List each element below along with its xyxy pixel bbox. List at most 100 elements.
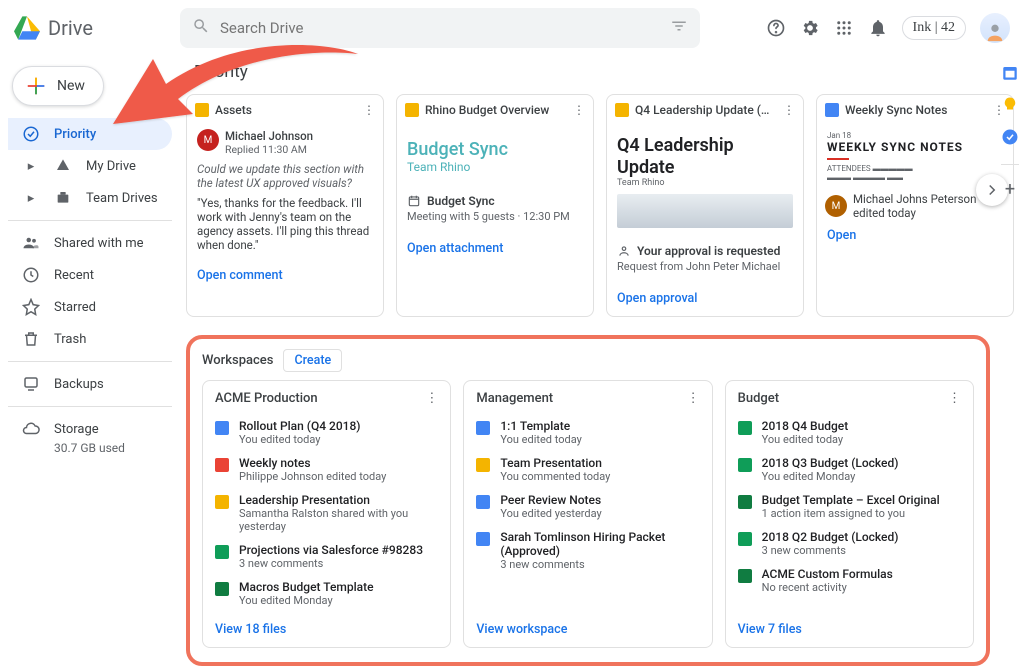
file-name: Peer Review Notes xyxy=(500,493,601,507)
nav-priority[interactable]: Priority xyxy=(8,118,172,150)
drive-icon xyxy=(54,157,72,175)
slides-icon xyxy=(615,103,629,117)
workspace-card[interactable]: Budget⋮2018 Q4 BudgetYou edited today201… xyxy=(725,380,974,648)
more-icon[interactable]: ⋮ xyxy=(573,103,585,117)
chevron-right-icon: ▸ xyxy=(22,189,40,207)
notifications-icon[interactable] xyxy=(868,18,888,38)
more-icon[interactable]: ⋮ xyxy=(363,103,375,117)
cloud-icon xyxy=(22,420,40,438)
calendar-app-icon[interactable] xyxy=(1001,64,1019,82)
sidebar: New Priority ▸My Drive ▸Team Drives Shar… xyxy=(0,56,180,611)
slides-icon xyxy=(405,103,419,117)
file-sub: No recent activity xyxy=(762,581,893,594)
add-addon-button[interactable]: + xyxy=(1005,179,1015,200)
nav-my-drive[interactable]: ▸My Drive xyxy=(8,150,172,182)
nav-shared[interactable]: Shared with me xyxy=(8,227,172,259)
people-icon xyxy=(22,234,40,252)
slide-preview: Q4 Leadership Update Team Rhino xyxy=(607,125,803,238)
nav-divider xyxy=(8,406,172,407)
file-name: Sarah Tomlinson Hiring Packet (Approved) xyxy=(500,530,699,558)
nav-divider xyxy=(8,361,172,362)
workspace-file-item[interactable]: Team PresentationYou commented today xyxy=(476,451,699,488)
workspaces-label: Workspaces xyxy=(202,353,273,368)
workspace-file-item[interactable]: 2018 Q4 BudgetYou edited today xyxy=(738,414,961,451)
priority-cards: Assets⋮ MMichael JohnsonReplied 11:30 AM… xyxy=(186,94,990,317)
workspace-file-item[interactable]: 2018 Q2 Budget (Locked)3 new comments xyxy=(738,525,961,562)
workspace-file-item[interactable]: 1:1 TemplateYou edited today xyxy=(476,414,699,451)
file-name: Team Presentation xyxy=(500,456,610,470)
workspace-file-item[interactable]: Sarah Tomlinson Hiring Packet (Approved)… xyxy=(476,525,699,576)
create-workspace-button[interactable]: Create xyxy=(283,349,342,372)
sheets-icon xyxy=(738,532,752,546)
file-name: ACME Custom Formulas xyxy=(762,567,893,581)
priority-card-budget-overview[interactable]: Rhino Budget Overview⋮ Budget Sync Team … xyxy=(396,94,594,317)
workspace-file-item[interactable]: Projections via Salesforce #982833 new c… xyxy=(215,538,438,575)
nav-starred[interactable]: Starred xyxy=(8,291,172,323)
account-avatar[interactable] xyxy=(980,13,1010,43)
folder-icon xyxy=(195,103,209,117)
settings-icon[interactable] xyxy=(800,18,820,38)
header-actions: Ink | 42 xyxy=(766,13,1010,43)
view-workspace-link[interactable]: View 18 files xyxy=(215,612,438,637)
workspace-file-item[interactable]: Peer Review NotesYou edited yesterday xyxy=(476,488,699,525)
workspace-file-item[interactable]: Rollout Plan (Q4 2018)You edited today xyxy=(215,414,438,451)
xlsx-icon xyxy=(738,569,752,583)
workspace-file-item[interactable]: 2018 Q3 Budget (Locked)You edited Monday xyxy=(738,451,961,488)
apps-icon[interactable] xyxy=(834,18,854,38)
new-button-label: New xyxy=(57,78,85,94)
file-sub: 3 new comments xyxy=(762,544,899,557)
open-link[interactable]: Open xyxy=(817,220,1013,253)
new-button[interactable]: New xyxy=(12,66,104,106)
workspace-file-item[interactable]: Budget Template – Excel Original1 action… xyxy=(738,488,961,525)
more-icon[interactable]: ⋮ xyxy=(687,391,700,406)
more-icon[interactable]: ⋮ xyxy=(425,391,438,406)
pdf-icon xyxy=(215,458,229,472)
file-sub: Philippe Johnson edited today xyxy=(239,470,386,483)
file-sub: Samantha Ralston shared with you yesterd… xyxy=(239,507,438,533)
file-sub: You edited today xyxy=(239,433,361,446)
nav-divider xyxy=(8,220,172,221)
priority-card-q4-update[interactable]: Q4 Leadership Update (Approve...⋮ Q4 Lea… xyxy=(606,94,804,317)
sheets-icon xyxy=(738,421,752,435)
avatar-icon: M xyxy=(197,129,219,151)
brand-logo[interactable]: Drive xyxy=(14,15,180,41)
search-icon xyxy=(192,17,210,39)
org-chip[interactable]: Ink | 42 xyxy=(902,16,966,40)
open-comment-link[interactable]: Open comment xyxy=(187,260,383,293)
nav-trash[interactable]: Trash xyxy=(8,323,172,355)
tasks-app-icon[interactable] xyxy=(1001,128,1019,146)
xlsx-icon xyxy=(215,582,229,596)
folder-icon xyxy=(215,495,229,509)
file-sub: 1 action item assigned to you xyxy=(762,507,940,520)
view-workspace-link[interactable]: View 7 files xyxy=(738,612,961,637)
nav-recent[interactable]: Recent xyxy=(8,259,172,291)
help-icon[interactable] xyxy=(766,18,786,38)
view-workspace-link[interactable]: View workspace xyxy=(476,612,699,637)
team-drive-icon xyxy=(54,189,72,207)
workspace-card[interactable]: ACME Production⋮Rollout Plan (Q4 2018)Yo… xyxy=(202,380,451,648)
open-attachment-link[interactable]: Open attachment xyxy=(397,233,593,266)
open-approval-link[interactable]: Open approval xyxy=(607,283,803,316)
chevron-right-icon: ▸ xyxy=(22,157,40,175)
more-icon[interactable]: ⋮ xyxy=(783,103,795,117)
nav-team-drives[interactable]: ▸Team Drives xyxy=(8,182,172,214)
workspace-file-item[interactable]: Weekly notesPhilippe Johnson edited toda… xyxy=(215,451,438,488)
sheets-icon xyxy=(215,545,229,559)
keep-app-icon[interactable] xyxy=(1001,96,1019,114)
side-panel: + xyxy=(996,56,1024,611)
more-icon[interactable]: ⋮ xyxy=(948,391,961,406)
workspace-file-item[interactable]: Leadership PresentationSamantha Ralston … xyxy=(215,488,438,538)
priority-card-weekly-sync[interactable]: Weekly Sync Notes⋮ Jan 18 WEEKLY SYNC NO… xyxy=(816,94,1014,317)
workspace-card[interactable]: Management⋮1:1 TemplateYou edited todayT… xyxy=(463,380,712,648)
search-input[interactable] xyxy=(220,19,670,37)
priority-card-assets[interactable]: Assets⋮ MMichael JohnsonReplied 11:30 AM… xyxy=(186,94,384,317)
nav-backups[interactable]: Backups xyxy=(8,368,172,400)
workspace-file-item[interactable]: Macros Budget TemplateYou edited Monday xyxy=(215,575,438,612)
file-name: Macros Budget Template xyxy=(239,580,374,594)
workspace-title: Management xyxy=(476,391,553,406)
workspace-file-item[interactable]: ACME Custom FormulasNo recent activity xyxy=(738,562,961,599)
search-bar[interactable] xyxy=(180,8,700,48)
drive-triangle-icon xyxy=(14,15,40,41)
filter-icon[interactable] xyxy=(670,17,688,39)
workspaces-section: Workspaces Create ACME Production⋮Rollou… xyxy=(186,335,990,666)
